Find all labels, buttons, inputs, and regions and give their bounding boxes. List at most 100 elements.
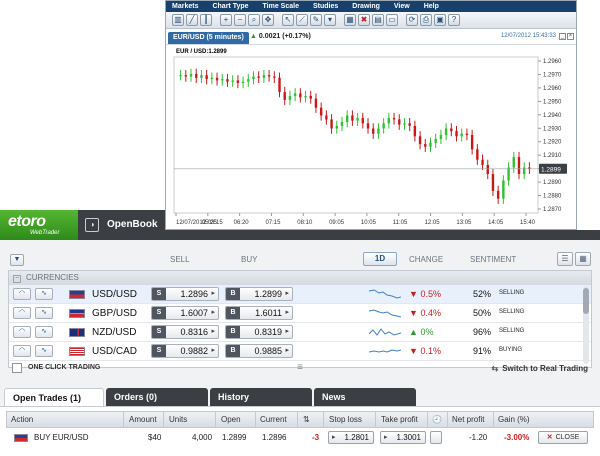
trendline-icon[interactable]: ⟋ bbox=[296, 14, 308, 26]
grid-icon[interactable]: ▦ bbox=[344, 14, 356, 26]
menu-help[interactable]: Help bbox=[424, 3, 439, 10]
image-icon[interactable]: ▣ bbox=[434, 14, 446, 26]
clock-icon[interactable]: 🕘 bbox=[432, 415, 442, 424]
layers-icon[interactable]: ▤ bbox=[372, 14, 384, 26]
x-tick-label: 14:05 bbox=[488, 220, 504, 226]
alert-icon[interactable]: ◠ bbox=[13, 345, 31, 357]
th-units[interactable]: Units bbox=[169, 415, 187, 424]
switch-real-link[interactable]: ⇆ Switch to Real Trading bbox=[492, 364, 589, 373]
tab-news[interactable]: News bbox=[314, 388, 416, 406]
currency-row[interactable]: ◠ ∿ USD/USD S 1.2896 ▸ B 1.2899 ▸ ▼ 0.5% 52%… bbox=[9, 285, 591, 304]
funnel-icon[interactable]: ▼ bbox=[10, 254, 24, 266]
list-scrollbar[interactable] bbox=[583, 286, 589, 364]
close-trade-button[interactable]: ✕ CLOSE bbox=[538, 431, 588, 444]
take-profit-button[interactable]: ▸ 1.3001 bbox=[380, 431, 426, 444]
cursor-icon[interactable]: ↖ bbox=[282, 14, 294, 26]
chart-icon[interactable]: ∿ bbox=[35, 326, 53, 338]
zoom-out-icon[interactable]: − bbox=[234, 14, 246, 26]
candle-body bbox=[439, 135, 443, 139]
symbol-tab[interactable]: EUR/USD (5 minutes) bbox=[168, 32, 249, 44]
stop-loss-button[interactable]: ▸ 1.2801 bbox=[328, 431, 374, 444]
refresh-icon[interactable]: ⟳ bbox=[406, 14, 418, 26]
delete-icon[interactable]: ✖ bbox=[358, 14, 370, 26]
buy-button[interactable]: B 0.8319 ▸ bbox=[225, 325, 293, 339]
color-icon[interactable]: ▾ bbox=[324, 14, 336, 26]
x-tick-label: 11:05 bbox=[393, 220, 408, 226]
timeframe-button[interactable]: 1D bbox=[363, 252, 397, 266]
trade-row[interactable]: BUY EUR/USD $40 4,000 1.2899 1.2896 -3 ▸… bbox=[6, 429, 594, 447]
sell-button[interactable]: S 1.6007 ▸ bbox=[151, 306, 219, 320]
menu-time-scale[interactable]: Time Scale bbox=[263, 3, 299, 10]
grid-view-icon[interactable]: ▦ bbox=[575, 252, 591, 266]
th-gain[interactable]: Gain (%) bbox=[498, 415, 530, 424]
menu-chart-type[interactable]: Chart Type bbox=[212, 3, 248, 10]
sentiment-label: SELLING bbox=[499, 328, 525, 334]
openbook-icon[interactable]: ◑ bbox=[85, 218, 99, 232]
th-take-profit[interactable]: Take profit bbox=[381, 415, 418, 424]
expiry-checkbox[interactable] bbox=[430, 431, 442, 444]
line-chart-icon[interactable]: ╱ bbox=[186, 14, 198, 26]
candle-body bbox=[408, 123, 411, 126]
bar-chart-icon[interactable]: ▥ bbox=[172, 14, 184, 26]
print-icon[interactable]: ⎙ bbox=[420, 14, 432, 26]
sell-button[interactable]: S 0.9882 ▸ bbox=[151, 344, 219, 358]
menu-drawing[interactable]: Drawing bbox=[352, 3, 380, 10]
th-stop-loss[interactable]: Stop loss bbox=[329, 415, 362, 424]
menu-view[interactable]: View bbox=[394, 3, 410, 10]
price-change-text: 0.0021 (+0.17%) bbox=[258, 33, 311, 40]
chart-icon[interactable]: ∿ bbox=[35, 288, 53, 300]
currency-row[interactable]: ◠ ∿ USD/CAD S 0.9882 ▸ B 0.9885 ▸ ▼ 0.1% 91%… bbox=[9, 342, 591, 361]
currency-row[interactable]: ◠ ∿ GBP/USD S 1.6007 ▸ B 1.6011 ▸ ▼ 0.4% 50%… bbox=[9, 304, 591, 323]
drag-handle-icon[interactable]: ≡ bbox=[291, 362, 309, 374]
candle-body bbox=[226, 79, 229, 82]
list-view-icon[interactable]: ☰ bbox=[557, 252, 573, 266]
x-tick-label: 05:25 bbox=[202, 220, 218, 226]
candle-chart-icon[interactable]: ┃ bbox=[200, 14, 212, 26]
sort-icon[interactable]: ⇅ bbox=[303, 415, 310, 424]
up-arrow-icon: ▲ bbox=[250, 33, 257, 40]
x-tick-label: 12:05 bbox=[425, 220, 441, 226]
th-amount[interactable]: Amount bbox=[129, 415, 157, 424]
sell-button[interactable]: S 1.2896 ▸ bbox=[151, 287, 219, 301]
candle-body bbox=[299, 93, 302, 98]
buy-button[interactable]: B 1.6011 ▸ bbox=[225, 306, 293, 320]
chart-icon[interactable]: ∿ bbox=[35, 307, 53, 319]
sell-button[interactable]: S 0.8316 ▸ bbox=[151, 325, 219, 339]
alert-icon[interactable]: ◠ bbox=[13, 326, 31, 338]
tab-open-trades[interactable]: Open Trades (1) bbox=[4, 388, 104, 406]
openbook-link[interactable]: OpenBook bbox=[107, 219, 158, 230]
help-icon[interactable]: ? bbox=[448, 14, 460, 26]
etoro-logo[interactable]: etoro WebTrader bbox=[0, 210, 78, 240]
menu-markets[interactable]: Markets bbox=[172, 3, 198, 10]
alert-icon[interactable]: ◠ bbox=[13, 288, 31, 300]
collapse-icon[interactable]: − bbox=[13, 275, 21, 283]
buy-button[interactable]: B 1.2899 ▸ bbox=[225, 287, 293, 301]
pencil-icon[interactable]: ✎ bbox=[310, 14, 322, 26]
zoom-fit-icon[interactable]: ⌕ bbox=[248, 14, 260, 26]
th-action[interactable]: Action bbox=[11, 415, 33, 424]
currency-row[interactable]: ◠ ∿ NZD/USD S 0.8316 ▸ B 0.8319 ▸ ▲ 0% 96% S… bbox=[9, 323, 591, 342]
swap-icon: ⇆ bbox=[491, 364, 499, 373]
candle-body bbox=[507, 167, 510, 181]
alert-icon[interactable]: ◠ bbox=[13, 307, 31, 319]
one-click-checkbox[interactable] bbox=[12, 363, 22, 373]
th-net-profit[interactable]: Net profit bbox=[452, 415, 484, 424]
pan-icon[interactable]: ✥ bbox=[262, 14, 274, 26]
currencies-header[interactable]: − CURRENCIES bbox=[9, 271, 591, 285]
scrollbar-thumb[interactable] bbox=[583, 288, 589, 314]
th-open[interactable]: Open bbox=[221, 415, 241, 424]
zoom-in-icon[interactable]: + bbox=[220, 14, 232, 26]
menu-studies[interactable]: Studies bbox=[313, 3, 338, 10]
buy-button[interactable]: B 0.9885 ▸ bbox=[225, 344, 293, 358]
tab-history[interactable]: History bbox=[210, 388, 312, 406]
th-current[interactable]: Current bbox=[260, 415, 287, 424]
chart-icon[interactable]: ∿ bbox=[35, 345, 53, 357]
close-icon[interactable]: × bbox=[567, 33, 574, 40]
x-tick-label: 06:20 bbox=[234, 220, 250, 226]
tab-orders[interactable]: Orders (0) bbox=[106, 388, 208, 406]
minimize-icon[interactable]: _ bbox=[559, 33, 566, 40]
window-icon[interactable]: ▭ bbox=[386, 14, 398, 26]
price-chart[interactable]: 1.2960 1.2970 1.2960 1.2950 1.2940 1.2930 1.29… bbox=[170, 47, 572, 227]
x-tick-label: 15:40 bbox=[520, 220, 536, 226]
trade-gain: -3.00% bbox=[504, 433, 530, 442]
